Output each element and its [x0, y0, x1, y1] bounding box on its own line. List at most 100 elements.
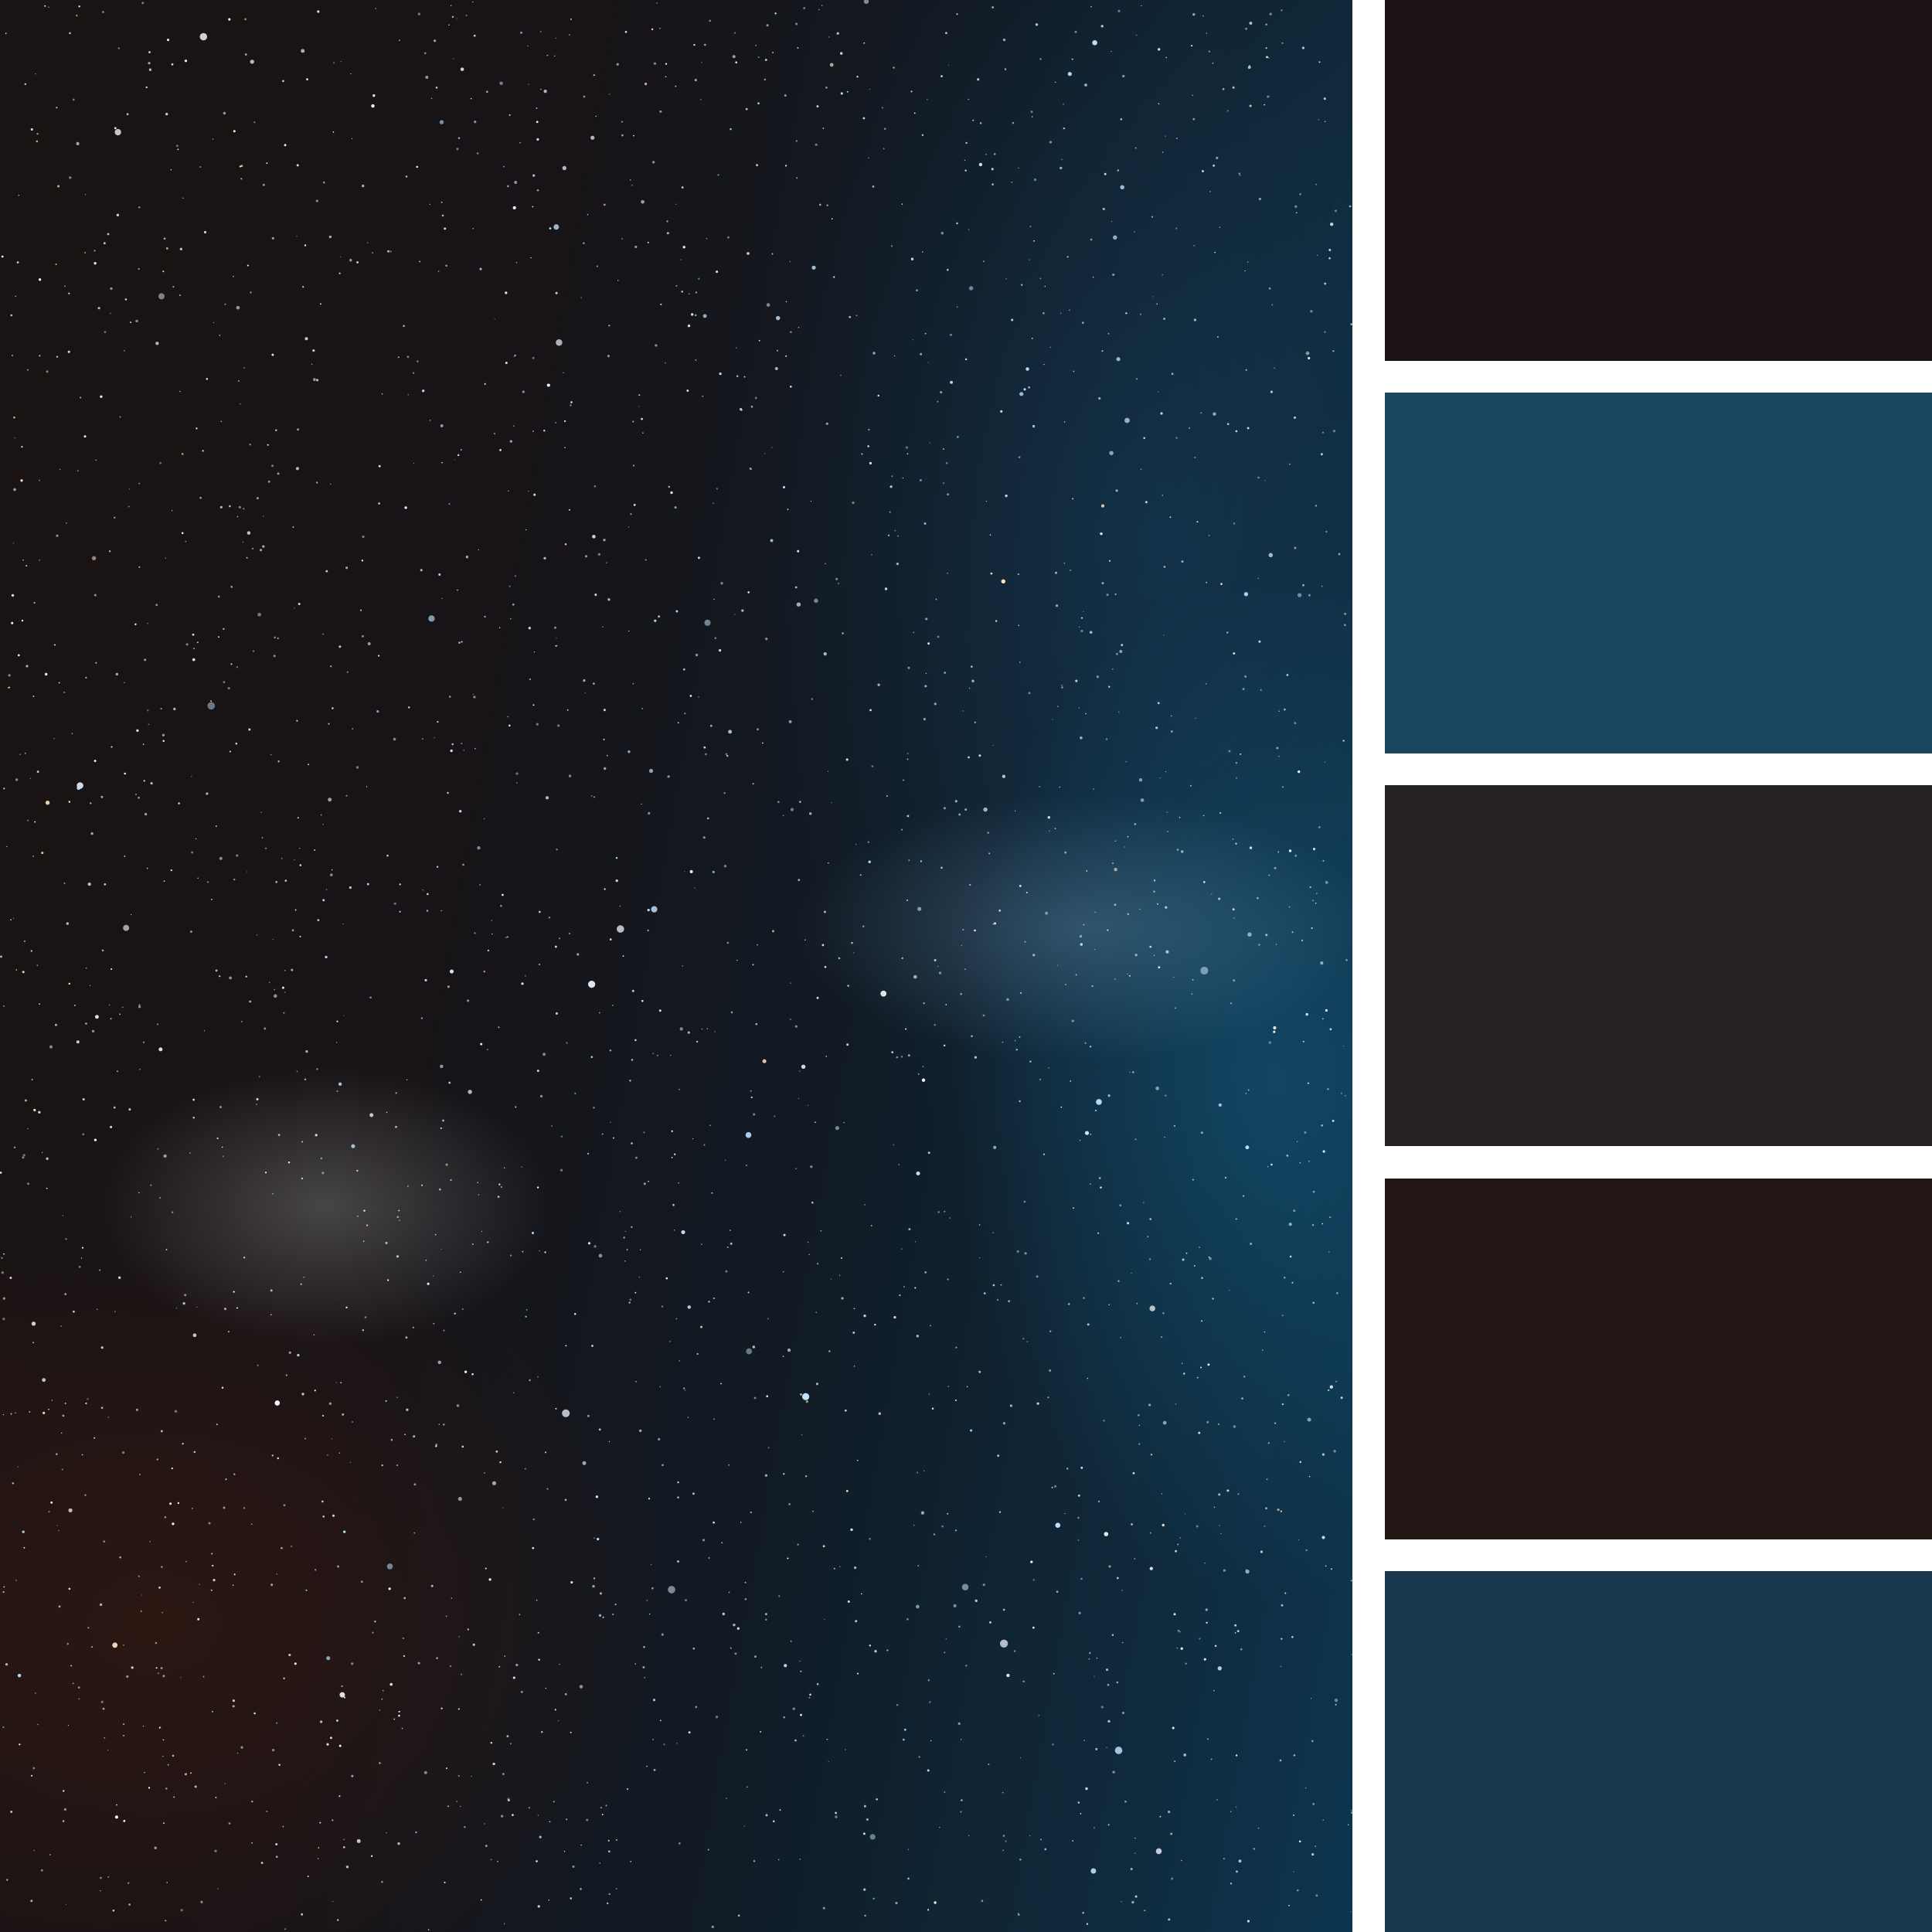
star — [443, 1329, 445, 1332]
star — [474, 121, 477, 124]
star — [669, 1341, 671, 1342]
star — [1273, 1030, 1276, 1033]
star — [322, 899, 325, 902]
star — [783, 1271, 784, 1273]
star — [232, 1705, 235, 1708]
star — [1288, 463, 1291, 465]
star — [1132, 1071, 1134, 1073]
star — [360, 609, 362, 611]
star — [1281, 1638, 1283, 1640]
star — [55, 1023, 57, 1026]
star — [63, 882, 66, 885]
star — [666, 220, 668, 223]
star — [646, 1765, 648, 1767]
star — [709, 1124, 711, 1127]
star — [1031, 116, 1033, 117]
star — [319, 303, 321, 305]
star — [1223, 1569, 1226, 1572]
star — [906, 753, 909, 755]
star — [1153, 890, 1155, 893]
star — [816, 996, 819, 999]
star — [197, 1617, 200, 1621]
star — [236, 1307, 238, 1309]
star — [1329, 1385, 1333, 1389]
star — [110, 287, 113, 291]
star — [747, 591, 750, 594]
star — [421, 1184, 423, 1186]
star — [257, 612, 261, 617]
star — [665, 362, 666, 364]
star — [668, 485, 670, 488]
star — [271, 1748, 275, 1752]
star — [163, 880, 165, 883]
star — [1192, 978, 1194, 981]
star — [1137, 1413, 1140, 1417]
star — [537, 1376, 539, 1378]
star — [6, 845, 8, 848]
star — [992, 6, 995, 9]
star — [282, 80, 284, 83]
star — [219, 975, 221, 978]
star — [811, 698, 813, 700]
star — [965, 141, 968, 145]
star — [372, 94, 376, 97]
star — [583, 679, 586, 682]
star — [983, 1292, 986, 1294]
star — [1128, 975, 1131, 977]
star — [1157, 702, 1160, 705]
star — [667, 775, 670, 778]
star — [275, 1843, 278, 1845]
star — [46, 370, 49, 373]
star — [1049, 141, 1053, 144]
star — [894, 529, 896, 532]
star — [800, 1713, 802, 1716]
star — [1341, 1092, 1342, 1094]
star — [397, 1842, 400, 1845]
star — [906, 815, 910, 818]
star — [532, 1518, 535, 1521]
star — [284, 1928, 287, 1930]
star — [825, 563, 826, 565]
star — [1002, 1041, 1004, 1043]
star — [396, 1464, 399, 1467]
star — [56, 1525, 58, 1526]
star — [1078, 707, 1080, 709]
star — [1206, 1420, 1209, 1423]
star — [1150, 1454, 1153, 1456]
star — [122, 1723, 125, 1726]
star — [830, 1278, 832, 1280]
star — [192, 1117, 195, 1119]
star — [1002, 1849, 1004, 1851]
star — [516, 782, 518, 784]
star — [753, 1113, 756, 1116]
star — [1200, 412, 1202, 414]
star — [530, 257, 532, 259]
star — [395, 1092, 397, 1094]
star — [513, 425, 515, 427]
star — [1205, 1608, 1208, 1611]
star — [506, 936, 509, 938]
star — [281, 986, 284, 989]
star — [182, 1301, 185, 1305]
star — [1093, 788, 1094, 790]
star — [228, 18, 231, 21]
star — [428, 615, 435, 622]
star — [402, 1637, 404, 1640]
star — [1124, 417, 1130, 423]
star — [138, 1005, 141, 1009]
star — [762, 742, 764, 744]
star — [139, 1068, 141, 1070]
star — [122, 1644, 124, 1646]
star — [907, 666, 910, 669]
star — [121, 1006, 124, 1009]
star — [996, 1298, 999, 1301]
star — [138, 1004, 141, 1006]
star — [1294, 722, 1297, 725]
star — [403, 1597, 406, 1600]
star — [716, 488, 718, 490]
star — [930, 1325, 931, 1327]
star — [799, 1070, 801, 1072]
star — [338, 645, 342, 648]
star — [138, 796, 141, 799]
star — [784, 94, 787, 97]
